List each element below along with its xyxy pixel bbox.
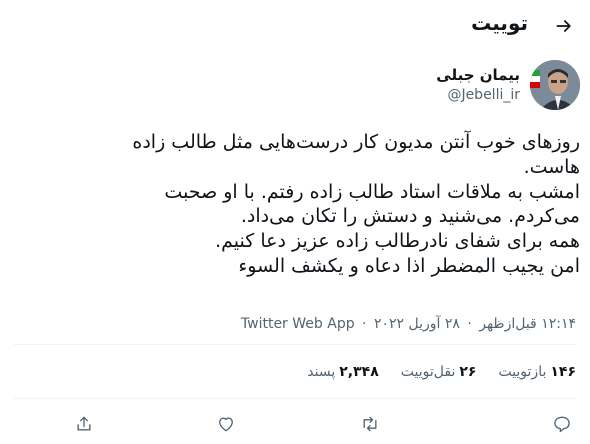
arrow-right-icon [556, 20, 571, 32]
tweet-line: امن یجیب المضطر اذا دعاه و یکشف السوء [238, 254, 580, 277]
tweet-source[interactable]: Twitter Web App [241, 316, 355, 332]
avatar[interactable] [530, 60, 580, 110]
likes-count: ۲,۳۴۸ [339, 364, 379, 380]
top-bar: توییت [0, 0, 590, 52]
tweet-line: روزهای خوب آنتن مدیون کار درست‌هایی مثل … [132, 131, 580, 153]
meta-separator: · [467, 316, 472, 332]
share-icon [77, 416, 91, 431]
tweet-date[interactable]: ۲۸ آوریل ۲۰۲۲ [374, 316, 460, 332]
quotes-count: ۲۶ [459, 364, 477, 380]
meta-separator: · [362, 316, 367, 332]
retweets-label: بازتوییت [498, 364, 547, 380]
tweet-line: هاست. [523, 155, 580, 178]
retweets-stat[interactable]: ۱۴۶ بازتوییت [498, 364, 576, 380]
like-icon [219, 417, 233, 432]
quotes-label: نقل‌توییت [400, 364, 456, 380]
quotes-stat[interactable]: ۲۶ نقل‌توییت [401, 364, 477, 380]
tweet-meta: ۱۲:۱۴ قبل‌ازظهر · ۲۸ آوریل ۲۰۲۲ · Twitte… [241, 316, 576, 332]
author-name[interactable]: بیمان جبلی [436, 66, 520, 84]
tweet-time[interactable]: ۱۲:۱۴ قبل‌ازظهر [479, 316, 576, 332]
likes-stat[interactable]: ۲,۳۴۸ پسند [307, 364, 378, 380]
tweet-line: همه برای شفای نادرطالب زاده عزیز دعا کنی… [215, 230, 580, 253]
retweet-icon [363, 416, 377, 432]
like-button[interactable] [212, 410, 240, 438]
share-button[interactable] [70, 410, 98, 438]
retweet-button[interactable] [356, 410, 384, 438]
reply-button[interactable] [548, 410, 576, 438]
reply-icon [554, 416, 570, 433]
retweets-count: ۱۴۶ [550, 364, 576, 380]
author-handle[interactable]: @Jebelli_ir [447, 87, 520, 103]
tweet-line: امشب به ملاقات استاد طالب زاده رفتم. با … [164, 180, 580, 203]
divider [14, 398, 576, 399]
divider [14, 344, 576, 345]
page-title: توییت [471, 11, 528, 35]
back-button[interactable] [550, 12, 578, 40]
tweet-actions [14, 406, 576, 442]
tweet-stats: ۱۴۶ بازتوییت ۲۶ نقل‌توییت ۲,۳۴۸ پسند [285, 360, 576, 384]
tweet-author: بیمان جبلی @Jebelli_ir [10, 60, 580, 116]
likes-label: پسند [307, 364, 336, 380]
tweet-line: می‌کردم. می‌شنید و دستش را تکان می‌داد. [240, 205, 580, 228]
tweet-text: روزهای خوب آنتن مدیون کار درست‌هایی مثل … [20, 130, 580, 279]
